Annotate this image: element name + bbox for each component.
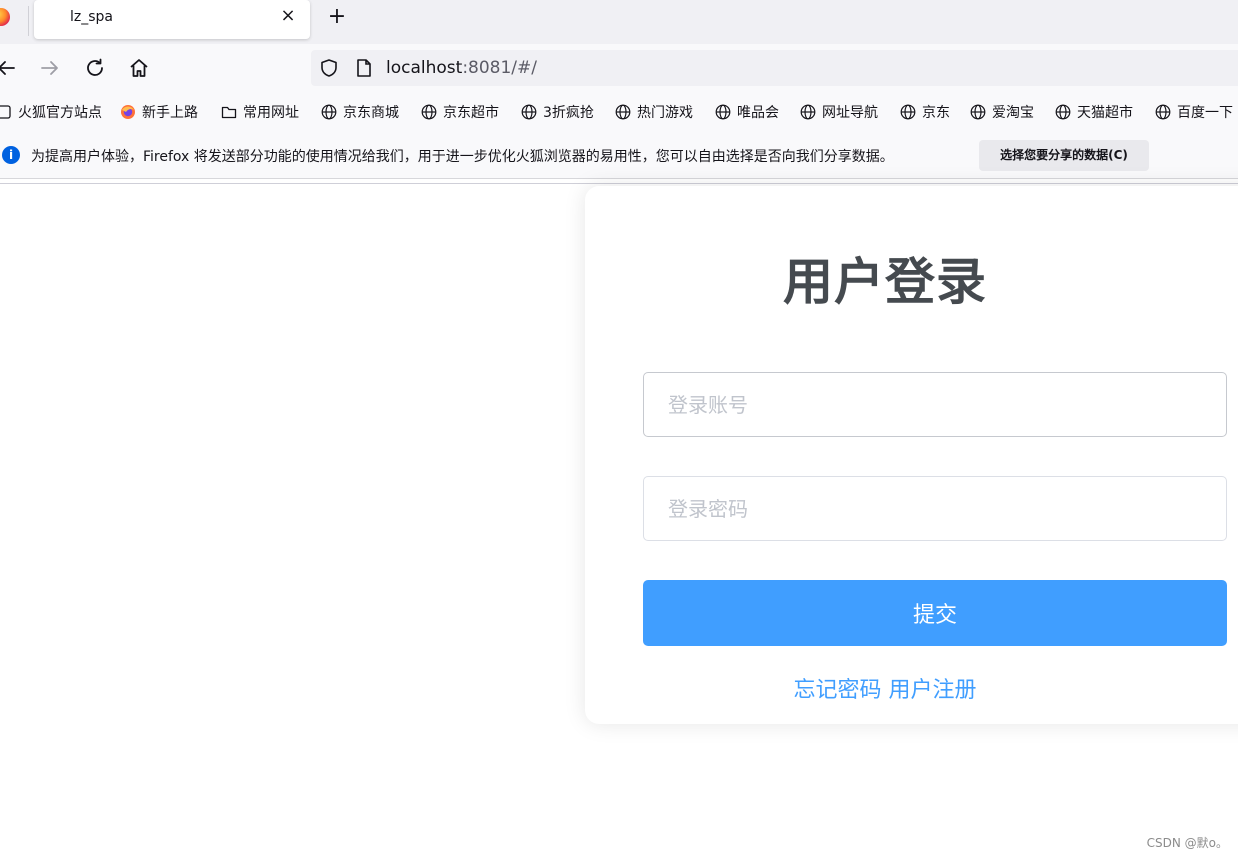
home-icon[interactable]	[127, 56, 151, 80]
globe-icon	[321, 104, 337, 120]
bookmark-item[interactable]: 火狐官方站点	[0, 102, 102, 122]
folder-icon	[221, 106, 237, 119]
globe-icon	[715, 104, 731, 120]
register-link[interactable]: 用户注册	[889, 678, 977, 703]
bookmark-item[interactable]: 爱淘宝	[970, 102, 1034, 122]
bookmark-label: 新手上路	[142, 105, 198, 121]
bookmark-label: 常用网址	[243, 105, 299, 121]
bookmark-item[interactable]: 京东商城	[321, 102, 399, 122]
forward-arrow-icon[interactable]	[38, 56, 62, 80]
url-text[interactable]: localhost:8081/#/	[386, 58, 537, 78]
page-info-icon[interactable]	[355, 58, 373, 78]
choose-data-to-share-button[interactable]: 选择您要分享的数据(C)	[979, 140, 1149, 171]
tab-strip: lz_spa × +	[0, 0, 1238, 44]
tab-title: lz_spa	[70, 9, 113, 25]
new-tab-button[interactable]: +	[324, 4, 350, 30]
bookmark-label: 百度一下	[1177, 105, 1233, 121]
bookmark-item[interactable]: 天猫超市	[1055, 102, 1133, 122]
toolbar-divider	[0, 183, 1238, 184]
bookmark-label: 天猫超市	[1077, 105, 1133, 121]
forgot-password-link[interactable]: 忘记密码	[793, 678, 881, 703]
reload-icon[interactable]	[83, 56, 107, 80]
back-arrow-icon[interactable]	[0, 56, 18, 80]
firefox-logo-icon	[0, 8, 10, 26]
bookmark-item[interactable]: 网址导航	[800, 102, 878, 122]
globe-icon	[900, 104, 916, 120]
globe-icon	[521, 104, 537, 120]
navigation-toolbar: localhost:8081/#/	[0, 44, 1238, 92]
url-bar[interactable]: localhost:8081/#/	[311, 50, 1238, 86]
firefox-icon	[121, 105, 135, 119]
globe-icon	[1155, 104, 1171, 120]
bookmark-label: 热门游戏	[637, 105, 693, 121]
bookmark-page-icon	[0, 105, 11, 119]
globe-icon	[800, 104, 816, 120]
bookmark-label: 京东	[922, 105, 950, 121]
bookmark-label: 唯品会	[737, 105, 779, 121]
globe-icon	[1055, 104, 1071, 120]
bookmark-item[interactable]: 京东	[900, 102, 950, 122]
info-icon: i	[2, 146, 20, 164]
bookmarks-toolbar: 火狐官方站点 新手上路 常用网址 京东商城 京东超市 3折疯抢 热门游戏 唯品会…	[0, 92, 1238, 132]
bookmark-item[interactable]: 新手上路	[120, 102, 198, 122]
tab-separator	[28, 6, 29, 36]
close-tab-icon[interactable]: ×	[276, 4, 300, 28]
bookmark-item[interactable]: 热门游戏	[615, 102, 693, 122]
globe-icon	[421, 104, 437, 120]
globe-icon	[615, 104, 631, 120]
bookmark-label: 京东超市	[443, 105, 499, 121]
tab-lz-spa[interactable]: lz_spa ×	[34, 0, 310, 39]
login-title: 用户登录	[783, 253, 987, 311]
url-path: :8081/#/	[462, 58, 538, 78]
bookmark-item[interactable]: 百度一下	[1155, 102, 1233, 122]
notification-message: 为提高用户体验，Firefox 将发送部分功能的使用情况给我们，用于进一步优化火…	[31, 149, 894, 165]
bookmark-item[interactable]: 3折疯抢	[521, 102, 594, 122]
tracking-protection-shield-icon[interactable]	[319, 58, 339, 78]
login-card: 用户登录 提交 忘记密码 用户注册	[585, 186, 1238, 724]
globe-icon	[970, 104, 986, 120]
bookmark-label: 爱淘宝	[992, 105, 1034, 121]
username-input[interactable]	[643, 372, 1227, 437]
bookmark-label: 火狐官方站点	[18, 105, 102, 121]
csdn-watermark: CSDN @默o。	[1146, 836, 1228, 850]
bookmark-item[interactable]: 唯品会	[715, 102, 779, 122]
url-host: localhost	[386, 58, 463, 78]
data-sharing-notification-bar: i 为提高用户体验，Firefox 将发送部分功能的使用情况给我们，用于进一步优…	[0, 132, 1238, 179]
bookmark-label: 3折疯抢	[543, 105, 594, 121]
password-input[interactable]	[643, 476, 1227, 541]
bookmark-item[interactable]: 常用网址	[221, 102, 299, 122]
submit-button[interactable]: 提交	[643, 580, 1227, 646]
bookmark-label: 京东商城	[343, 105, 399, 121]
bookmark-label: 网址导航	[822, 105, 878, 121]
login-links: 忘记密码 用户注册	[535, 672, 1235, 704]
bookmark-item[interactable]: 京东超市	[421, 102, 499, 122]
